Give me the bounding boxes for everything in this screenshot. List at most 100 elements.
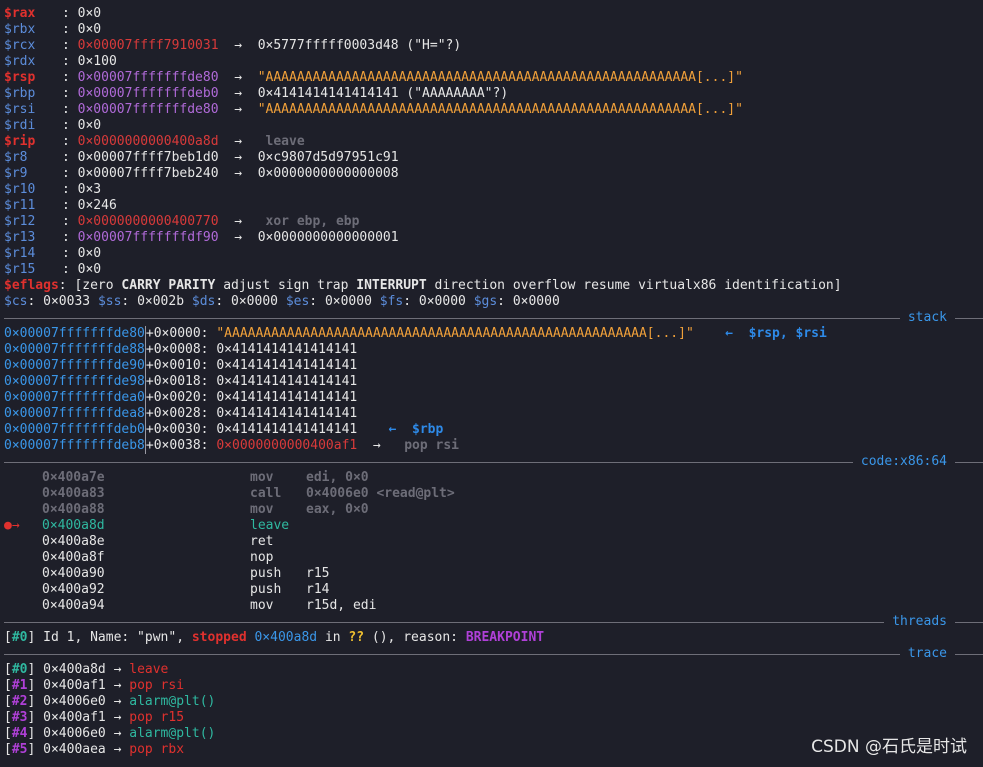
register-name: $r12 — [4, 214, 36, 229]
gdb-terminal: $rax: 0×0 $rbx: 0×0 $rcx: 0×00007ffff79100… — [4, 6, 983, 758]
register-row: $r12: 0×0000000000400770 → xor ebp, ebp — [4, 214, 360, 229]
register-row: $r9: 0×00007ffff7beb240 → 0×000000000000… — [4, 166, 399, 181]
stack-value: 0×0000000000400af1 — [216, 438, 358, 453]
stack-value: 0×4141414141414141 — [216, 358, 358, 373]
instruction-operands: r14 — [306, 582, 330, 597]
register-deref: xor ebp, ebp — [257, 214, 360, 229]
stack-row: 0×00007fffffffdea8+0×0028: 0×41414141414… — [4, 406, 983, 422]
trace-arrow-icon: → — [113, 742, 122, 757]
eflag: zero — [82, 278, 114, 293]
stack-address: 0×00007fffffffde88 — [4, 342, 145, 357]
register-name: $rdi — [4, 118, 36, 133]
stack-offset: +0×0020: — [145, 390, 209, 405]
eflags-close: ] — [833, 278, 842, 293]
instruction-operands: r15d, edi — [306, 598, 377, 613]
deref-arrow-icon: → — [234, 70, 243, 85]
register-name: $rsp — [4, 70, 36, 85]
register-row: $rip: 0×0000000000400a8d → leave — [4, 134, 305, 149]
thread-info: Id 1, Name: "pwn", — [43, 630, 185, 645]
stack-row: 0×00007fffffffde80+0×0000: "AAAAAAAAAAAA… — [4, 326, 983, 342]
register-deref: leave — [257, 134, 305, 149]
eflag: identification — [724, 278, 834, 293]
register-row: $r8: 0×00007ffff7beb1d0 → 0×c9807d5d9795… — [4, 150, 399, 165]
register-name: $r10 — [4, 182, 36, 197]
trace-symbol: alarm@plt() — [129, 694, 216, 709]
stack-address: 0×00007fffffffdeb0 — [4, 422, 145, 437]
eflag: trap — [317, 278, 349, 293]
eflag: overflow — [512, 278, 576, 293]
stack-offset: +0×0010: — [145, 358, 209, 373]
trace-section-label: trace — [899, 646, 955, 662]
register-deref: "AAAAAAAAAAAAAAAAAAAAAAAAAAAAAAAAAAAAAAA… — [257, 70, 743, 85]
register-name: $rbx — [4, 22, 36, 37]
stack-address: 0×00007fffffffde80 — [4, 326, 145, 341]
eflag: direction — [434, 278, 505, 293]
stack-offset: +0×0008: — [145, 342, 209, 357]
trace-frame: [#0] 0×400a8d → leave — [4, 662, 169, 677]
eflag: resume — [583, 278, 631, 293]
stack-address: 0×00007fffffffde98 — [4, 374, 145, 389]
thread-status: stopped — [191, 630, 247, 645]
register-name: $rdx — [4, 54, 36, 69]
trace-index: #3 — [11, 710, 28, 725]
register-deref-string: ("AAAAAAAA"?) — [406, 86, 509, 101]
threads-section-label: threads — [884, 614, 955, 630]
trace-index: #4 — [11, 726, 28, 741]
register-value: 0×00007fffffffdeb0 — [77, 86, 219, 101]
register-row: $r11: 0×246 — [4, 198, 117, 213]
stack-offset: +0×0030: — [145, 422, 209, 437]
instruction-address: 0×400a94 — [42, 598, 105, 613]
trace-symbol: pop rsi — [129, 678, 185, 693]
register-value: 0×0000000000400a8d — [77, 134, 219, 149]
code-section-label: code:x86:64 — [852, 454, 955, 470]
instruction-address: 0×400a8f — [42, 550, 105, 565]
stack-address: 0×00007fffffffdeb8 — [4, 438, 145, 453]
register-value: 0×0 — [77, 118, 102, 133]
register-value: 0×00007ffff7910031 — [77, 38, 219, 53]
register-name: $rbp — [4, 86, 36, 101]
eflags-label: $eflags — [4, 278, 59, 293]
stack-register-note: ← $rsp, $rsi — [725, 326, 827, 341]
instruction-operands: edi, 0×0 — [306, 470, 369, 485]
stack-row: 0×00007fffffffde88+0×0008: 0×41414141414… — [4, 342, 983, 358]
register-row: $rbx: 0×0 — [4, 22, 102, 37]
trace-frame: [#2] 0×4006e0 → alarm@plt() — [4, 694, 216, 709]
stack-row: 0×00007fffffffdea0+0×0020: 0×41414141414… — [4, 390, 983, 406]
instruction-mnemonic: mov — [250, 470, 274, 485]
thread-address: 0×400a8d — [254, 630, 318, 645]
deref-arrow-icon: → — [372, 438, 381, 453]
trace-arrow-icon: → — [113, 710, 122, 725]
instruction-address: 0×400a7e — [42, 470, 105, 485]
register-row: $rsp: 0×00007fffffffde80 → "AAAAAAAAAAAA… — [4, 70, 743, 85]
deref-arrow-icon: → — [234, 214, 243, 229]
code-line: 0×400a83 call 0×4006e0 <read@plt> — [4, 486, 983, 502]
register-deref: 0×c9807d5d97951c91 — [257, 150, 399, 165]
register-name: $r9 — [4, 166, 28, 181]
code-line: 0×400a8f nop — [4, 550, 983, 566]
segment-name: $ds — [191, 294, 216, 309]
instruction-mnemonic: nop — [250, 550, 274, 565]
register-row: $rax: 0×0 — [4, 6, 102, 21]
instruction-address: 0×400a92 — [42, 582, 105, 597]
instruction-mnemonic: mov — [250, 598, 274, 613]
instruction-mnemonic: call — [250, 486, 282, 501]
trace-address: 0×400af1 — [43, 678, 106, 693]
register-deref: "AAAAAAAAAAAAAAAAAAAAAAAAAAAAAAAAAAAAAAA… — [257, 102, 743, 117]
register-value: 0×00007ffff7beb240 — [77, 166, 219, 181]
eflag: adjust — [223, 278, 271, 293]
code-line: 0×400a88 mov eax, 0×0 — [4, 502, 983, 518]
stack-value: 0×4141414141414141 — [216, 406, 358, 421]
register-row: $rcx: 0×00007ffff7910031 → 0×5777fffff00… — [4, 38, 462, 53]
eflag: PARITY — [168, 278, 216, 293]
trace-address: 0×4006e0 — [43, 694, 106, 709]
code-line: 0×400a92 push r14 — [4, 582, 983, 598]
deref-arrow-icon: → — [234, 150, 243, 165]
trace-arrow-icon: → — [113, 726, 122, 741]
segment-value: 0×002b — [137, 294, 185, 309]
registers-panel: $rax: 0×0 $rbx: 0×0 $rcx: 0×00007ffff79100… — [4, 6, 983, 278]
deref-arrow-icon: → — [234, 230, 243, 245]
register-deref: 0×0000000000000008 — [257, 166, 399, 181]
trace-symbol: pop r15 — [129, 710, 185, 725]
stack-address: 0×00007fffffffdea8 — [4, 406, 145, 421]
instruction-operands: r15 — [306, 566, 330, 581]
